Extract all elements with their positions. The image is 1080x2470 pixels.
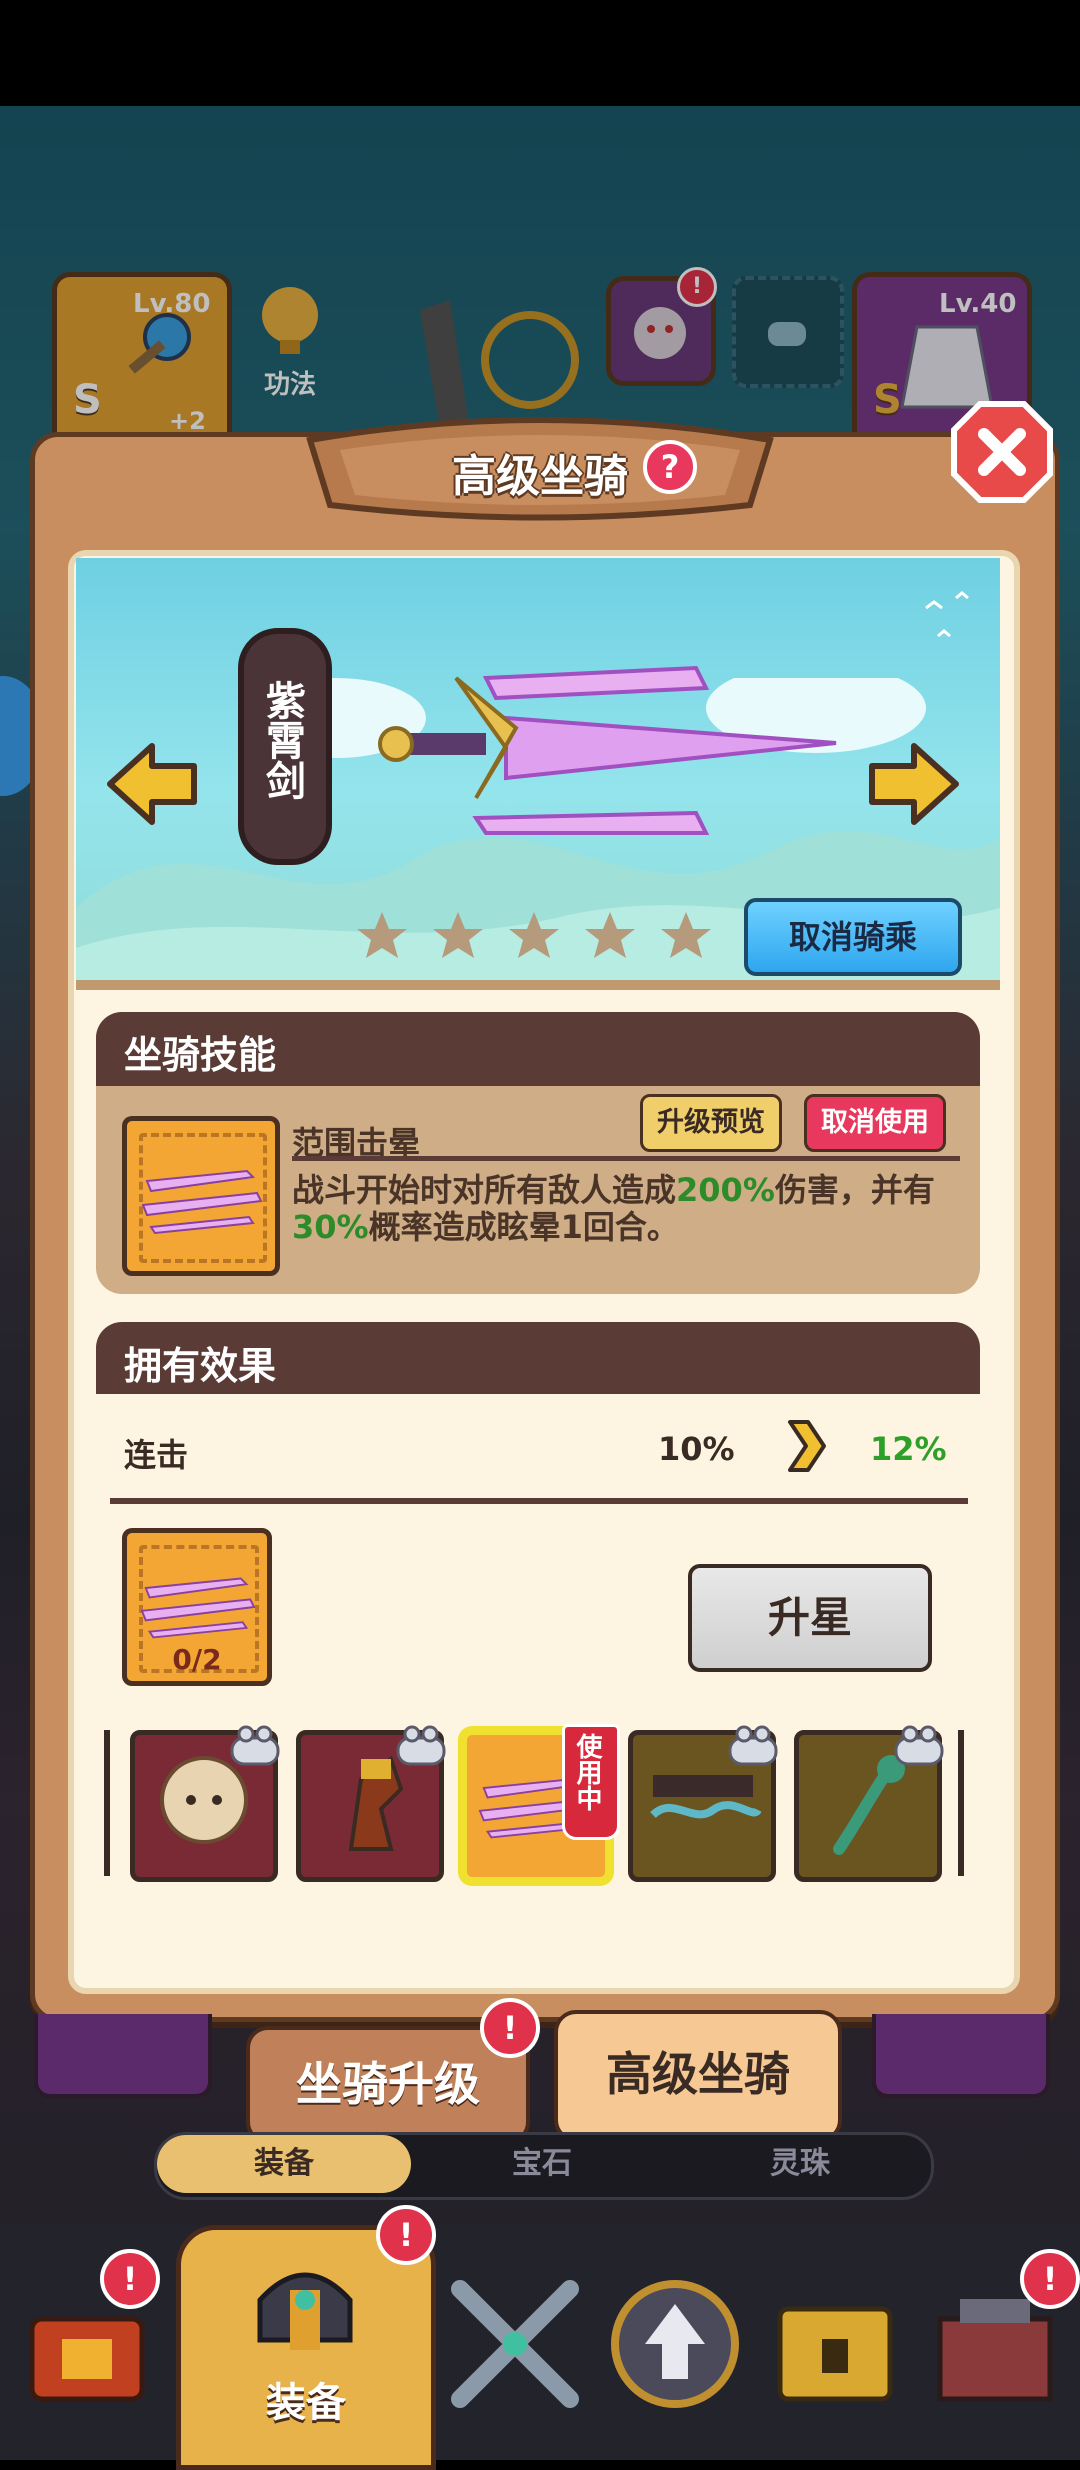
subtab-bar: 装备 宝石 灵珠 xyxy=(154,2132,934,2200)
mount-upgrade-alert-badge: ! xyxy=(480,1998,540,2058)
upgrade-preview-button[interactable]: 升级预览 xyxy=(640,1094,782,1152)
upgrade-arrow-icon xyxy=(611,2280,739,2408)
skill-section-title: 坐骑技能 xyxy=(96,1012,980,1086)
skill-description: 战斗开始时对所有敌人造成200%伤害，并有 30%概率造成眩晕1回合。 xyxy=(292,1172,962,1246)
list-edge xyxy=(958,1730,964,1876)
in-use-label: 使用中 xyxy=(572,1733,602,1811)
nav-upgrade[interactable] xyxy=(600,2269,750,2419)
bottom-side-card xyxy=(34,2014,212,2098)
effect-divider xyxy=(110,1498,968,1504)
subtab-equipment[interactable]: 装备 xyxy=(157,2135,411,2193)
mount-name-plate: 紫霄剑 xyxy=(238,628,332,865)
damage-value: 200% xyxy=(676,1171,775,1209)
close-button[interactable] xyxy=(950,400,1054,504)
lock-badge-icon xyxy=(230,1725,280,1766)
showcase-divider xyxy=(76,980,1000,990)
triple-sword-icon xyxy=(141,1169,263,1235)
star-rating xyxy=(354,908,724,968)
subtab-spirit-beads[interactable]: 灵珠 xyxy=(673,2135,927,2193)
star-empty-icon xyxy=(585,912,635,958)
star-material-slot[interactable]: 0/2 xyxy=(122,1528,272,1686)
purple-sword-mount-icon xyxy=(378,665,837,835)
birds-icon xyxy=(925,591,969,638)
mount-name: 紫霄剑 xyxy=(259,680,305,800)
nav-battle[interactable] xyxy=(440,2269,590,2419)
shop-alert-badge: ! xyxy=(100,2249,160,2309)
nav-treasure[interactable] xyxy=(760,2269,910,2419)
skill-divider xyxy=(292,1156,960,1161)
effects-section-title: 拥有效果 xyxy=(96,1322,980,1394)
treasure-chest-icon xyxy=(777,2306,893,2402)
tab-advanced-mount[interactable]: 高级坐骑 xyxy=(554,2010,842,2142)
triple-sword-icon xyxy=(140,1577,256,1639)
stat-name: 连击 xyxy=(124,1436,189,1474)
star-empty-icon xyxy=(509,912,559,958)
skill-icon-slot[interactable] xyxy=(122,1116,280,1276)
prev-mount-arrow[interactable] xyxy=(104,736,200,832)
effect-stat-row: 连击 10% 12% xyxy=(96,1394,980,1504)
star-empty-icon xyxy=(357,912,407,958)
bottom-side-card xyxy=(872,2014,1050,2098)
lock-badge-icon xyxy=(396,1725,446,1766)
chance-value: 30% xyxy=(292,1208,369,1246)
star-up-button[interactable]: 升星 xyxy=(688,1564,932,1672)
next-mount-arrow[interactable] xyxy=(866,736,962,832)
crossed-swords-icon xyxy=(451,2280,579,2408)
list-edge xyxy=(104,1730,110,1876)
material-count: 0/2 xyxy=(172,1643,222,1676)
desc-text: 战斗开始时对所有敌人造成 xyxy=(292,1171,677,1209)
helmet-icon xyxy=(257,2272,353,2350)
stat-next-value: 12% xyxy=(870,1430,947,1468)
page-title: 高级坐骑 xyxy=(452,451,628,502)
mount-list: 使用中 xyxy=(100,1724,980,1884)
desc-text: 概率造成眩晕1回合。 xyxy=(368,1208,679,1246)
stat-current-value: 10% xyxy=(658,1430,735,1468)
star-empty-icon xyxy=(661,912,711,958)
unride-button[interactable]: 取消骑乘 xyxy=(744,898,962,976)
desc-text: 伤害，并有 xyxy=(774,1171,935,1209)
help-button[interactable]: ? xyxy=(643,440,697,494)
store-alert-badge: ! xyxy=(1020,2249,1080,2309)
bottom-navigation: ! 装备 ! ! xyxy=(0,2205,1080,2470)
equipment-alert-badge: ! xyxy=(376,2205,436,2265)
chevron-right-icon xyxy=(788,1420,826,1472)
lock-badge-icon xyxy=(728,1725,778,1766)
subtab-gems[interactable]: 宝石 xyxy=(415,2135,669,2193)
star-empty-icon xyxy=(433,912,483,958)
in-use-ribbon: 使用中 xyxy=(562,1724,620,1840)
cancel-use-button[interactable]: 取消使用 xyxy=(804,1094,946,1152)
equipment-label: 装备 xyxy=(266,2380,346,2426)
cloud-mount-icon xyxy=(650,1775,762,1819)
lock-badge-icon xyxy=(894,1725,944,1766)
